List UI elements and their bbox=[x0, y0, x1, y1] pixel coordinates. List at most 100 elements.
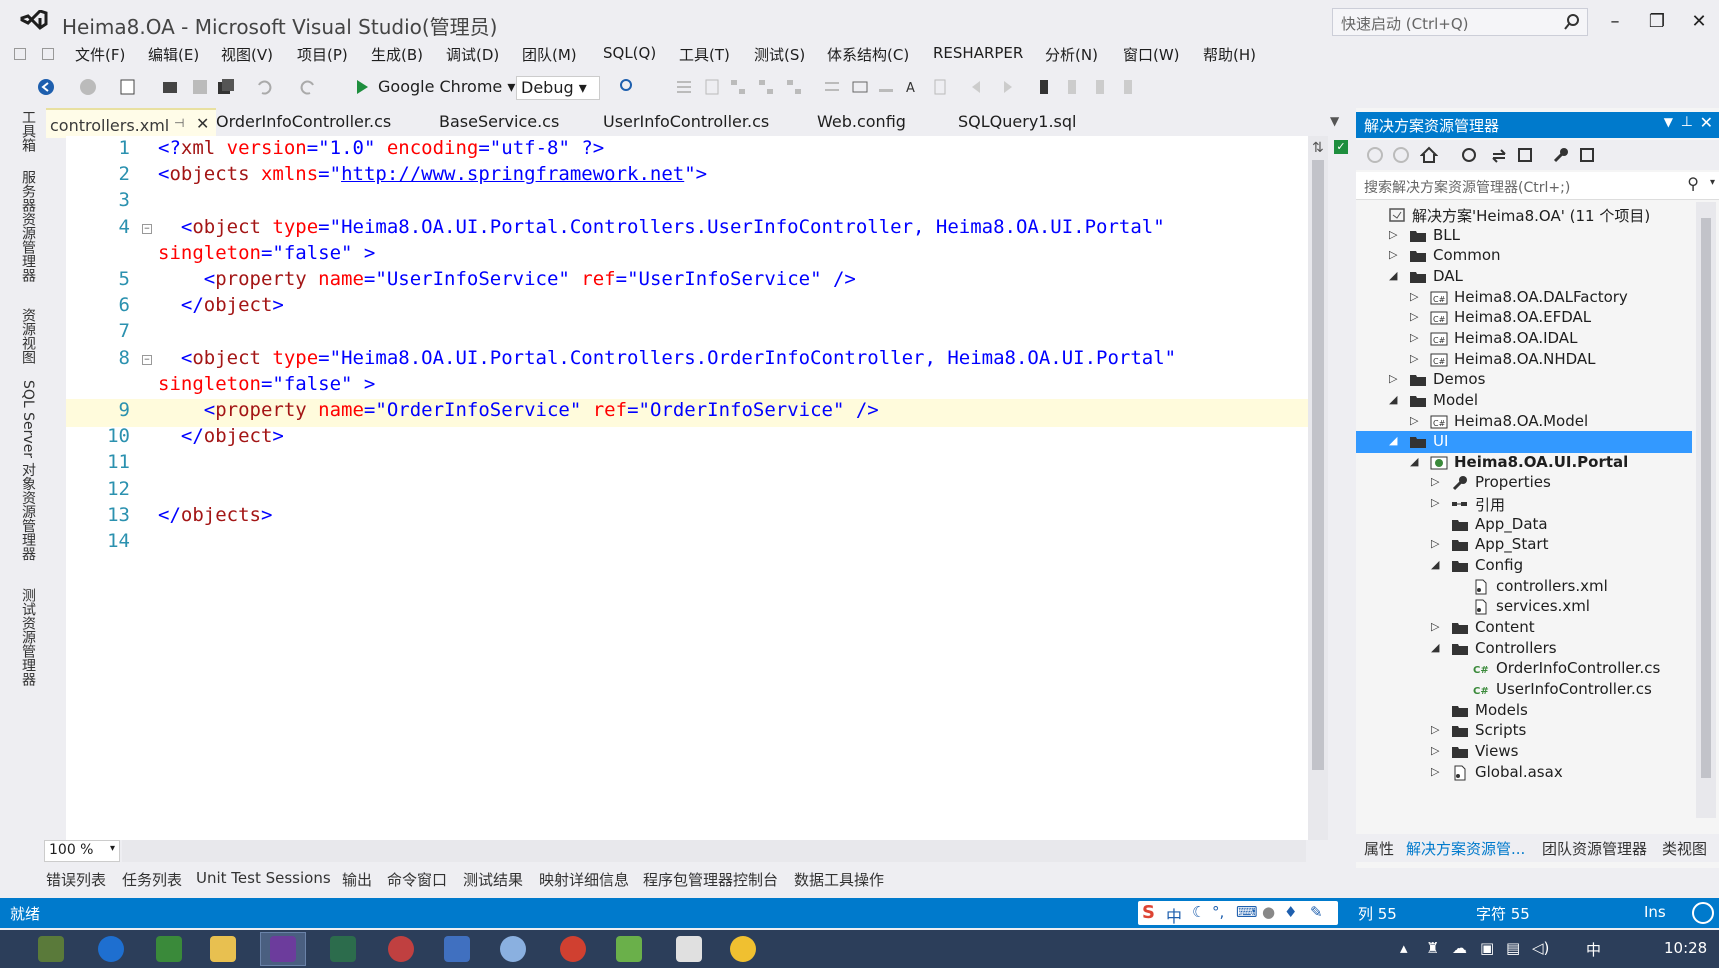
expand-icon[interactable]: ▷ bbox=[1431, 620, 1443, 633]
close-button[interactable]: ✕ bbox=[1682, 8, 1716, 36]
code-line[interactable]: 5 <property name="UserInfoService" ref="… bbox=[66, 268, 1308, 296]
editor-vertical-scrollbar[interactable] bbox=[1308, 136, 1328, 840]
tab-test-results[interactable]: 测试结果 bbox=[463, 869, 523, 890]
tray-app-icon[interactable]: ▣ bbox=[1480, 939, 1494, 957]
chevron-down-icon[interactable]: ▾ bbox=[1710, 177, 1715, 188]
expand-icon[interactable]: ▷ bbox=[1410, 331, 1422, 344]
solution-search-input[interactable]: 搜索解决方案资源管理器(Ctrl+;) ⚲ ▾ bbox=[1356, 172, 1719, 200]
align-icon[interactable] bbox=[876, 77, 896, 97]
tab-overflow-icon[interactable]: ▼ bbox=[1330, 114, 1339, 128]
close-icon[interactable]: ✕ bbox=[196, 114, 209, 133]
code-line[interactable]: singleton="false" > bbox=[66, 242, 1308, 270]
tree-item[interactable]: ◢ Model bbox=[1356, 390, 1692, 412]
notepad-icon[interactable] bbox=[676, 936, 702, 962]
tree-item[interactable]: Models bbox=[1356, 700, 1692, 722]
expand-icon[interactable]: ▷ bbox=[1431, 723, 1443, 736]
menu-architecture[interactable]: 体系结构(C) bbox=[827, 44, 909, 65]
comment-icon[interactable] bbox=[674, 77, 694, 97]
collapse-icon[interactable]: ◢ bbox=[1389, 393, 1401, 406]
tab-output[interactable]: 输出 bbox=[342, 869, 372, 890]
font-icon[interactable]: A bbox=[904, 77, 924, 97]
tree-item[interactable]: C# UserInfoController.cs bbox=[1356, 679, 1692, 701]
pin-icon[interactable]: ⊥ bbox=[1681, 114, 1693, 130]
menu-debug[interactable]: 调试(D) bbox=[446, 44, 499, 65]
expand-icon[interactable]: ▷ bbox=[1389, 248, 1401, 261]
zoom-dropdown[interactable]: 100 % ▾ bbox=[44, 840, 120, 862]
code-line[interactable]: 4 − <object type="Heima8.OA.UI.Portal.Con… bbox=[66, 216, 1308, 244]
code-line[interactable]: 8 − <object type="Heima8.OA.UI.Portal.Con… bbox=[66, 347, 1308, 375]
hierarchy-icon[interactable] bbox=[784, 77, 804, 97]
resource-view-tab[interactable]: 资源视图 bbox=[16, 308, 38, 364]
code-editor[interactable]: 1 <?xml version="1.0" encoding="utf-8" ?>… bbox=[66, 136, 1308, 840]
tree-item[interactable]: ▷ Content bbox=[1356, 617, 1692, 639]
tree-item[interactable]: ▷ C# Heima8.OA.EFDAL bbox=[1356, 307, 1692, 329]
code-line[interactable]: 1 <?xml version="1.0" encoding="utf-8" ?> bbox=[66, 137, 1308, 165]
minimize-button[interactable]: – bbox=[1598, 8, 1632, 36]
feedback-icon[interactable] bbox=[1692, 902, 1714, 924]
menu-file[interactable]: 文件(F) bbox=[75, 44, 125, 65]
tree-item[interactable]: ▷ Views bbox=[1356, 741, 1692, 763]
menu-help[interactable]: 帮助(H) bbox=[1203, 44, 1256, 65]
git-app-icon[interactable] bbox=[330, 936, 356, 962]
tree-item[interactable]: ◢ Controllers bbox=[1356, 638, 1692, 660]
collapse-icon[interactable]: ◢ bbox=[1389, 434, 1401, 447]
internet-explorer-icon[interactable] bbox=[98, 936, 124, 962]
find-icon[interactable] bbox=[618, 77, 638, 97]
menu-analyze[interactable]: 分析(N) bbox=[1045, 44, 1098, 65]
prev-bookmark-icon[interactable] bbox=[1062, 77, 1082, 97]
document-icon[interactable] bbox=[702, 77, 722, 97]
tab-data-tools-operations[interactable]: 数据工具操作 bbox=[794, 869, 884, 890]
tree-item[interactable]: ▷ Properties bbox=[1356, 472, 1692, 494]
expand-icon[interactable]: ▷ bbox=[1410, 414, 1422, 427]
start-debugging-icon[interactable] bbox=[352, 77, 372, 97]
collapse-all-icon[interactable] bbox=[1516, 146, 1534, 164]
paragraph-icon[interactable] bbox=[930, 77, 950, 97]
code-token[interactable]: http://www.springframework.net bbox=[341, 163, 684, 185]
tree-item[interactable]: ◢ Heima8.OA.UI.Portal bbox=[1356, 452, 1692, 474]
file-explorer-icon[interactable] bbox=[210, 936, 236, 962]
menu-project[interactable]: 项目(P) bbox=[297, 44, 348, 65]
tree-item[interactable]: ▷ C# Heima8.OA.Model bbox=[1356, 411, 1692, 433]
back-nav-icon[interactable] bbox=[968, 77, 988, 97]
expand-icon[interactable]: ▷ bbox=[1431, 496, 1443, 509]
menu-resharper[interactable]: RESHARPER bbox=[933, 44, 1023, 62]
tray-expand-icon[interactable]: ▴ bbox=[1400, 939, 1408, 957]
menu-window[interactable]: 窗口(W) bbox=[1123, 44, 1180, 65]
split-icon[interactable]: ⇅ bbox=[1312, 140, 1324, 156]
code-line[interactable]: 11 bbox=[66, 451, 1308, 479]
server-explorer-tab[interactable]: 服务器资源管理器 bbox=[16, 170, 38, 282]
expand-icon[interactable]: ▷ bbox=[1431, 765, 1443, 778]
code-line[interactable]: 7 bbox=[66, 320, 1308, 348]
tab-package-manager-console[interactable]: 程序包管理器控制台 bbox=[643, 869, 778, 890]
editor-horizontal-scrollbar[interactable] bbox=[122, 840, 1306, 862]
open-file-icon[interactable] bbox=[160, 77, 180, 97]
properties-icon[interactable] bbox=[1552, 146, 1570, 164]
hierarchy-icon[interactable] bbox=[728, 77, 748, 97]
tree-item[interactable]: controllers.xml bbox=[1356, 576, 1692, 598]
tree-item[interactable]: ▷ Scripts bbox=[1356, 720, 1692, 742]
expand-icon[interactable]: ▷ bbox=[1431, 744, 1443, 757]
quick-launch-input[interactable]: 快速启动 (Ctrl+Q) bbox=[1332, 8, 1588, 36]
back-icon[interactable] bbox=[36, 77, 56, 97]
messenger-app-icon[interactable] bbox=[730, 936, 756, 962]
tree-item[interactable]: ◢ Config bbox=[1356, 555, 1692, 577]
tree-item[interactable]: ▷ Global.asax bbox=[1356, 762, 1692, 784]
menu-build[interactable]: 生成(B) bbox=[371, 44, 423, 65]
sync-icon[interactable] bbox=[1490, 146, 1508, 164]
tab-task-list[interactable]: 任务列表 bbox=[122, 869, 182, 890]
tab-orderinfocontroller[interactable]: OrderInfoController.cs bbox=[216, 112, 391, 131]
tree-item[interactable]: ▷ C# Heima8.OA.NHDAL bbox=[1356, 349, 1692, 371]
code-line[interactable]: 2 <objects xmlns="http://www.springframew… bbox=[66, 163, 1308, 191]
tree-item[interactable]: App_Data bbox=[1356, 514, 1692, 536]
tree-item[interactable]: ▷ Common bbox=[1356, 245, 1692, 267]
next-bookmark-icon[interactable] bbox=[1090, 77, 1110, 97]
restore-button[interactable]: ❐ bbox=[1640, 8, 1674, 36]
collapse-icon[interactable]: ◢ bbox=[1431, 641, 1443, 654]
gallery-app-icon[interactable] bbox=[38, 936, 64, 962]
expand-icon[interactable]: ▷ bbox=[1389, 372, 1401, 385]
ime-toolbar[interactable]: S 中 ☾ °, ⌨ ● ♦ ✎ bbox=[1138, 901, 1338, 926]
tab-command-window[interactable]: 命令窗口 bbox=[387, 869, 447, 890]
network-app-icon[interactable] bbox=[500, 936, 526, 962]
forward-icon[interactable] bbox=[1392, 146, 1410, 164]
code-line[interactable]: 14 bbox=[66, 530, 1308, 558]
